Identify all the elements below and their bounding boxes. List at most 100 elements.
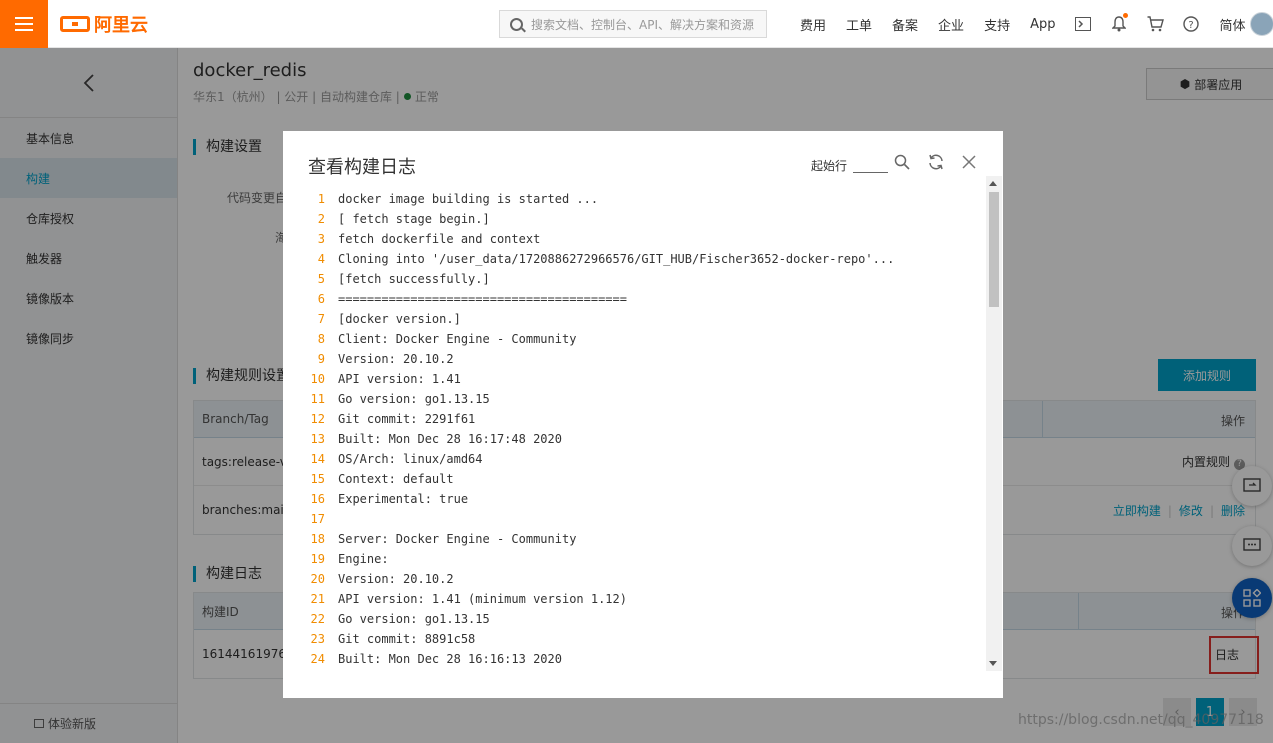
user-avatar[interactable] [1250, 12, 1273, 36]
log-line-text: Engine: [338, 552, 389, 566]
log-line: 17 [308, 509, 983, 529]
log-line-number: 2 [317, 212, 325, 226]
search-icon [510, 17, 523, 31]
log-line-number: 20 [310, 572, 325, 586]
log-line-text: [docker version.] [338, 312, 461, 326]
log-line-text: Experimental: true [338, 492, 469, 506]
log-line-number: 6 [317, 292, 325, 306]
cart-icon[interactable] [1146, 15, 1164, 33]
log-line-text: [fetch successfully.] [338, 272, 490, 286]
log-line-number: 15 [310, 472, 325, 486]
log-line-text: Go version: go1.13.15 [338, 392, 490, 406]
nav-support[interactable]: 支持 [984, 15, 1010, 34]
log-line-number: 23 [310, 632, 325, 646]
log-line-text: Cloning into '/user_data/172088627296657… [338, 252, 895, 266]
log-line: 21 API version: 1.41 (minimum version 1.1… [308, 589, 983, 609]
log-line-text: docker image building is started ... [338, 192, 599, 206]
log-line: 18 Server: Docker Engine - Community [308, 529, 983, 549]
language-switch[interactable]: 简体 [1219, 15, 1245, 34]
log-line: 24 Built: Mon Dec 28 16:16:13 2020 [308, 649, 983, 669]
log-line-text: Git commit: 8891c58 [338, 632, 476, 646]
nav-tickets[interactable]: 工单 [846, 15, 872, 34]
log-line: 14 OS/Arch: linux/amd64 [308, 449, 983, 469]
log-line: 13 Built: Mon Dec 28 16:17:48 2020 [308, 429, 983, 449]
search-placeholder: 搜索文档、控制台、API、解决方案和资源 [531, 17, 754, 32]
log-line-number: 14 [310, 452, 325, 466]
aliyun-logo-icon [60, 16, 90, 32]
top-nav: 费用 工单 备案 企业 支持 App ? 简体 [790, 0, 1256, 48]
nav-app[interactable]: App [1030, 17, 1055, 32]
start-line-input[interactable] [853, 155, 888, 173]
log-line: 19 Engine: [308, 549, 983, 569]
log-line: 11 Go version: go1.13.15 [308, 389, 983, 409]
terminal-icon[interactable] [1074, 15, 1092, 33]
log-line-number: 8 [317, 332, 325, 346]
aliyun-logo[interactable]: 阿里云 [60, 12, 148, 36]
build-log-dialog: 查看构建日志 起始行 1 docker image building is sta… [283, 131, 1003, 698]
scroll-up-arrow-icon[interactable] [989, 181, 997, 186]
log-line-text: Context: default [338, 472, 454, 486]
log-line-number: 17 [310, 512, 325, 526]
nav-icp[interactable]: 备案 [892, 15, 918, 34]
log-line-text: Git commit: 2291f61 [338, 412, 476, 426]
top-bar: 阿里云 搜索文档、控制台、API、解决方案和资源 费用 工单 备案 企业 支持 … [0, 0, 1273, 48]
log-line: 23 Git commit: 8891c58 [308, 629, 983, 649]
log-line-text: Built: Mon Dec 28 16:17:48 2020 [338, 432, 562, 446]
log-line: 12 Git commit: 2291f61 [308, 409, 983, 429]
hamburger-menu-button[interactable] [0, 0, 48, 48]
log-line: 22 Go version: go1.13.15 [308, 609, 983, 629]
log-line-number: 22 [310, 612, 325, 626]
log-line: 9 Version: 20.10.2 [308, 349, 983, 369]
scroll-down-arrow-icon[interactable] [989, 661, 997, 666]
start-line-label: 起始行 [811, 159, 848, 173]
log-line-text: API version: 1.41 [338, 372, 461, 386]
log-line-text: API version: 1.41 (minimum version 1.12) [338, 592, 627, 606]
help-icon[interactable]: ? [1182, 15, 1200, 33]
log-line: 6 =======================================… [308, 289, 983, 309]
log-line-number: 11 [310, 392, 325, 406]
svg-text:?: ? [1189, 20, 1194, 31]
log-line-number: 9 [317, 352, 325, 366]
log-line-text: Client: Docker Engine - Community [338, 332, 577, 346]
log-line-text: OS/Arch: linux/amd64 [338, 452, 483, 466]
log-content: 1 docker image building is started ... 2 [ … [308, 189, 983, 671]
log-line-number: 10 [310, 372, 325, 386]
log-line-text: Built: Mon Dec 28 16:16:13 2020 [338, 652, 562, 666]
log-line-text: ======================================== [338, 292, 627, 306]
log-line-number: 7 [317, 312, 325, 326]
refresh-icon[interactable] [925, 151, 947, 173]
log-line-text: [ fetch stage begin.] [338, 212, 490, 226]
log-scrollbar[interactable] [986, 176, 1002, 671]
log-line: 3 fetch dockerfile and context [308, 229, 983, 249]
log-line-number: 5 [317, 272, 325, 286]
log-line-number: 12 [310, 412, 325, 426]
log-line: 7 [docker version.] [308, 309, 983, 329]
log-line: 8 Client: Docker Engine - Community [308, 329, 983, 349]
log-line: 10 API version: 1.41 [308, 369, 983, 389]
bell-icon[interactable] [1110, 13, 1129, 33]
scroll-thumb[interactable] [989, 192, 999, 307]
search-input[interactable]: 搜索文档、控制台、API、解决方案和资源 [499, 10, 767, 38]
log-line-number: 3 [317, 232, 325, 246]
log-line-text: fetch dockerfile and context [338, 232, 541, 246]
log-line-number: 1 [317, 192, 325, 206]
logo-text: 阿里云 [94, 15, 148, 36]
log-line-number: 13 [310, 432, 325, 446]
hamburger-icon [15, 23, 33, 25]
log-line: 5 [fetch successfully.] [308, 269, 983, 289]
log-line-number: 21 [310, 592, 325, 606]
log-line: 1 docker image building is started ... [308, 189, 983, 209]
log-line-number: 4 [317, 252, 325, 266]
log-line-text: Go version: go1.13.15 [338, 612, 490, 626]
log-line: 20 Version: 20.10.2 [308, 569, 983, 589]
close-icon[interactable] [958, 151, 980, 173]
nav-enterprise[interactable]: 企业 [938, 15, 964, 34]
nav-billing[interactable]: 费用 [800, 15, 826, 34]
search-icon[interactable] [891, 151, 913, 173]
log-line-number: 18 [310, 532, 325, 546]
log-line: 2 [ fetch stage begin.] [308, 209, 983, 229]
log-line: 16 Experimental: true [308, 489, 983, 509]
log-line-number: 16 [310, 492, 325, 506]
log-line-number: 19 [310, 552, 325, 566]
log-line-text: Version: 20.10.2 [338, 572, 454, 586]
